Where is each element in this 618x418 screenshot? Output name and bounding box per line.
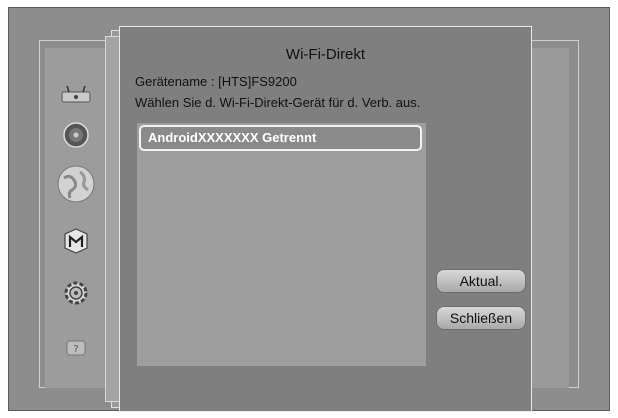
help-icon[interactable]: ? bbox=[66, 340, 86, 358]
refresh-button[interactable]: Aktual. bbox=[436, 269, 526, 293]
device-list-item[interactable]: AndroidXXXXXXX Getrennt bbox=[139, 125, 422, 151]
device-list: AndroidXXXXXXX Getrennt bbox=[137, 123, 426, 366]
device-name-text: Gerätename : [HTS]FS9200 bbox=[135, 74, 297, 89]
globe-icon[interactable] bbox=[56, 164, 96, 204]
wifi-router-icon[interactable] bbox=[61, 86, 91, 104]
smart-hub-icon[interactable] bbox=[64, 228, 88, 254]
wifi-direct-dialog: Wi-Fi-Direkt Gerätename : [HTS]FS9200 Wä… bbox=[119, 26, 532, 412]
settings-gear-icon[interactable] bbox=[63, 280, 89, 306]
disc-icon[interactable] bbox=[62, 121, 90, 149]
background-panel-right bbox=[532, 48, 569, 388]
tv-screen: ? Wi-Fi-Direkt Gerätename : [HTS]FS9200 … bbox=[8, 7, 610, 412]
close-button[interactable]: Schließen bbox=[436, 306, 526, 330]
svg-text:?: ? bbox=[73, 344, 78, 355]
instruction-text: Wählen Sie d. Wi-Fi-Direkt-Gerät für d. … bbox=[135, 95, 421, 110]
dialog-title: Wi-Fi-Direkt bbox=[285, 46, 366, 63]
sidebar: ? bbox=[45, 48, 107, 388]
